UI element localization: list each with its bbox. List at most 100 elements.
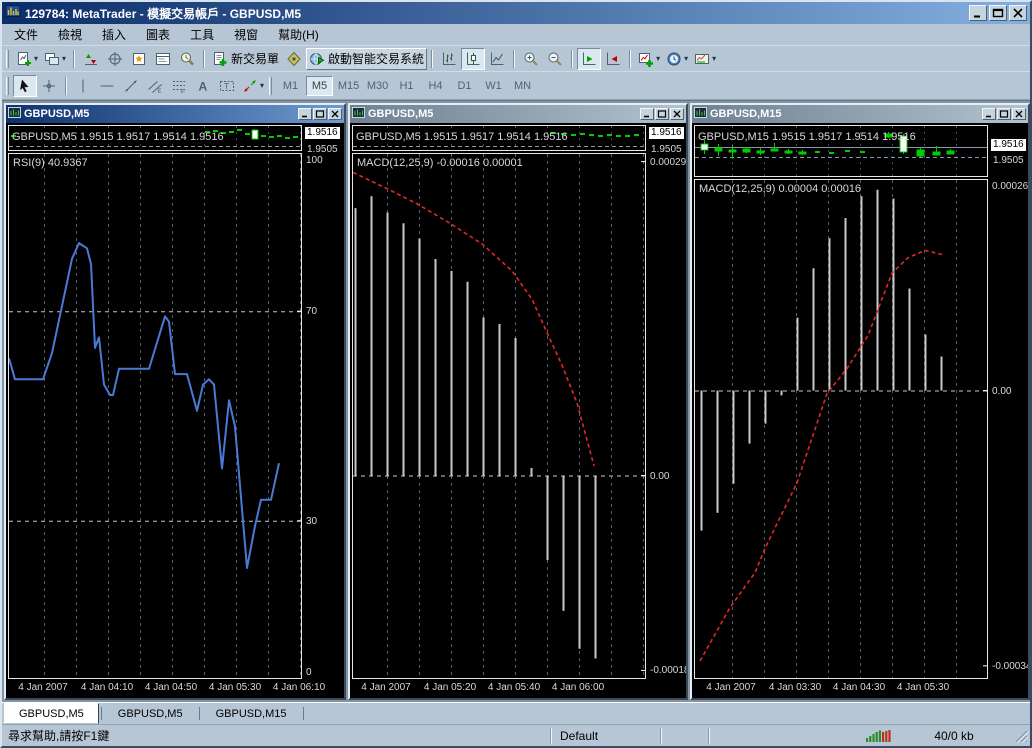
text-button[interactable]: A bbox=[191, 75, 215, 97]
chart-minimize-button[interactable] bbox=[640, 108, 654, 120]
indicators-button[interactable]: ▾ bbox=[635, 48, 663, 70]
crosshair-button[interactable] bbox=[37, 75, 61, 97]
templates-button[interactable]: ▾ bbox=[691, 48, 719, 70]
indicator-subwindow[interactable]: MACD(12,25,9) -0.00016 0.00001 bbox=[352, 153, 646, 679]
time-axis-tick: 4 Jan 04:30 bbox=[833, 682, 885, 693]
y-axis-tick: 0.00026 bbox=[992, 181, 1028, 192]
rsi-plot bbox=[9, 154, 301, 678]
menu-item-3[interactable]: 圖表 bbox=[136, 24, 180, 45]
indicator-subwindow[interactable]: RSI(9) 40.9367 bbox=[8, 153, 302, 679]
horizontal-line-button[interactable] bbox=[95, 75, 119, 97]
toolbar-separator bbox=[431, 50, 433, 68]
timeframe-m15-button[interactable]: M15 bbox=[335, 76, 362, 96]
macd-plot bbox=[695, 180, 987, 678]
window-title-bar[interactable]: 129784: MetaTrader - 模擬交易帳戶 - GBPUSD,M5 bbox=[2, 2, 1030, 24]
chart-window-gbpusd-m15-macd: GBPUSD,M15 GBPUSD,M15 1.9515 1.9517 1.95… bbox=[690, 103, 1030, 700]
tab-separator bbox=[199, 707, 200, 720]
menu-item-1[interactable]: 檢視 bbox=[48, 24, 92, 45]
maximize-button[interactable] bbox=[989, 5, 1007, 21]
equidistant-channel-button[interactable]: E bbox=[143, 75, 167, 97]
timeframe-h4-button[interactable]: H4 bbox=[422, 76, 449, 96]
indicator-label: RSI(9) 40.9367 bbox=[13, 157, 88, 169]
chart-tab-2[interactable]: GBPUSD,M15 bbox=[202, 703, 301, 724]
timeframe-h1-button[interactable]: H1 bbox=[393, 76, 420, 96]
fibonacci-button[interactable]: F bbox=[167, 75, 191, 97]
chart-title-bar[interactable]: GBPUSD,M15 bbox=[692, 105, 1028, 123]
chevron-down-icon: ▾ bbox=[260, 81, 264, 90]
menu-item-5[interactable]: 視窗 bbox=[224, 24, 268, 45]
chart-title: GBPUSD,M5 bbox=[368, 108, 640, 120]
chart-maximize-button[interactable] bbox=[655, 108, 669, 120]
chart-title-bar[interactable]: GBPUSD,M5 bbox=[6, 105, 344, 123]
timeframe-m30-button[interactable]: M30 bbox=[364, 76, 391, 96]
menu-item-6[interactable]: 幫助(H) bbox=[268, 24, 329, 45]
menu-item-4[interactable]: 工具 bbox=[180, 24, 224, 45]
market-watch-button[interactable] bbox=[79, 48, 103, 70]
chart-maximize-button[interactable] bbox=[997, 108, 1011, 120]
arrows-button[interactable]: ▾ bbox=[239, 75, 267, 97]
line-chart-button[interactable] bbox=[485, 48, 509, 70]
chart-close-button[interactable] bbox=[670, 108, 684, 120]
svg-text:F: F bbox=[181, 88, 185, 94]
expert-advisors-button[interactable]: 啟動智能交易系統 bbox=[306, 48, 427, 70]
new-order-button[interactable]: 新交易單 bbox=[209, 48, 282, 70]
chart-close-button[interactable] bbox=[328, 108, 342, 120]
status-profile[interactable]: Default bbox=[552, 729, 660, 743]
cursor-button[interactable] bbox=[13, 75, 37, 97]
minimize-button[interactable] bbox=[969, 5, 987, 21]
chart-title: GBPUSD,M15 bbox=[710, 108, 982, 120]
new-chart-button[interactable]: ▾ bbox=[13, 48, 41, 70]
timeframe-m1-button[interactable]: M1 bbox=[277, 76, 304, 96]
toolbar-separator bbox=[73, 50, 75, 68]
connection-status-icon bbox=[866, 729, 894, 742]
chart-window-gbpusd-m5-macd: GBPUSD,M5 GBPUSD,M5 1.9515 1.9517 1.9514… bbox=[348, 103, 688, 700]
timeframe-m5-button[interactable]: M5 bbox=[306, 76, 333, 96]
metaeditor-button[interactable] bbox=[282, 48, 306, 70]
profiles-button[interactable]: ▾ bbox=[41, 48, 69, 70]
close-button[interactable] bbox=[1009, 5, 1027, 21]
toolbar-grip bbox=[6, 77, 9, 95]
candlestick-button[interactable] bbox=[461, 48, 485, 70]
macd-plot bbox=[353, 154, 645, 678]
value-axis: 0.000290.00-0.00018 bbox=[648, 123, 686, 698]
menu-item-2[interactable]: 插入 bbox=[92, 24, 136, 45]
zoom-in-button[interactable] bbox=[519, 48, 543, 70]
price-subwindow[interactable]: GBPUSD,M15 1.9515 1.9517 1.9514 1.9516 bbox=[694, 125, 988, 177]
status-separator bbox=[708, 728, 710, 744]
chart-body: GBPUSD,M15 1.9515 1.9517 1.9514 1.9516 1… bbox=[692, 123, 1028, 698]
chart-tab-1[interactable]: GBPUSD,M5 bbox=[104, 703, 197, 724]
indicator-subwindow[interactable]: MACD(12,25,9) 0.00004 0.00016 bbox=[694, 179, 988, 679]
vertical-line-button[interactable] bbox=[71, 75, 95, 97]
toolbar-grip bbox=[6, 50, 9, 68]
strategy-tester-button[interactable] bbox=[175, 48, 199, 70]
chart-minimize-button[interactable] bbox=[298, 108, 312, 120]
time-axis-tick: 4 Jan 2007 bbox=[706, 682, 756, 693]
chart-maximize-button[interactable] bbox=[313, 108, 327, 120]
timeframe-d1-button[interactable]: D1 bbox=[451, 76, 478, 96]
zoom-out-button[interactable] bbox=[543, 48, 567, 70]
chart-tab-0[interactable]: GBPUSD,M5 bbox=[4, 703, 99, 724]
data-window-button[interactable] bbox=[103, 48, 127, 70]
chart-title-bar[interactable]: GBPUSD,M5 bbox=[350, 105, 686, 123]
text-label-button[interactable]: T bbox=[215, 75, 239, 97]
timeframe-mn-button[interactable]: MN bbox=[509, 76, 536, 96]
trendline-button[interactable] bbox=[119, 75, 143, 97]
chart-minimize-button[interactable] bbox=[982, 108, 996, 120]
price-subwindow[interactable]: GBPUSD,M5 1.9515 1.9517 1.9514 1.9516 bbox=[8, 125, 302, 151]
chart-close-button[interactable] bbox=[1012, 108, 1026, 120]
resize-grip[interactable] bbox=[1014, 729, 1028, 746]
chart-icon bbox=[694, 105, 707, 123]
auto-scroll-button[interactable] bbox=[577, 48, 601, 70]
terminal-button[interactable] bbox=[151, 48, 175, 70]
menu-item-0[interactable]: 文件 bbox=[4, 24, 48, 45]
periods-button[interactable]: ▾ bbox=[663, 48, 691, 70]
svg-text:T: T bbox=[224, 82, 229, 91]
indicator-label: MACD(12,25,9) -0.00016 0.00001 bbox=[357, 157, 523, 169]
quote-line: GBPUSD,M15 1.9515 1.9517 1.9514 1.9516 bbox=[698, 131, 916, 143]
new-order-label: 新交易單 bbox=[231, 50, 279, 67]
navigator-button[interactable] bbox=[127, 48, 151, 70]
bar-chart-button[interactable] bbox=[437, 48, 461, 70]
chart-shift-button[interactable] bbox=[601, 48, 625, 70]
timeframe-w1-button[interactable]: W1 bbox=[480, 76, 507, 96]
price-subwindow[interactable]: GBPUSD,M5 1.9515 1.9517 1.9514 1.9516 bbox=[352, 125, 646, 151]
